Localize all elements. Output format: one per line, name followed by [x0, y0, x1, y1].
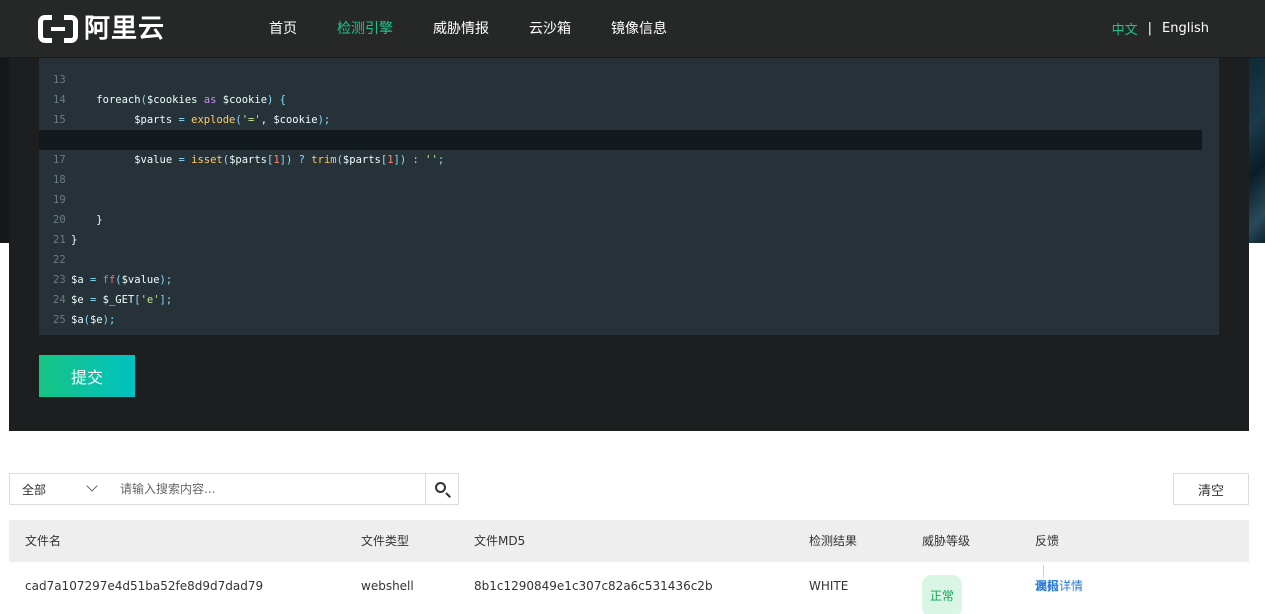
code-editor[interactable]: 13 foreach($cookies as $cookie) { 14 $pa…: [39, 58, 1219, 335]
category-select-value: 全部: [22, 482, 47, 497]
top-header: 阿里云 首页 检测引擎 威胁情报 云沙箱 镜像信息 中文 | English: [0, 0, 1265, 58]
nav-item-threat-intel[interactable]: 威胁情报: [433, 18, 489, 38]
code-line: 20 }: [39, 190, 1219, 246]
aliyun-logo-icon: [38, 15, 78, 43]
header-filetype: 文件类型: [361, 534, 410, 548]
search-button[interactable]: [425, 473, 459, 505]
code-line-active: 17: [39, 130, 1202, 166]
header-threat-level: 威胁等级: [922, 534, 971, 548]
submit-button[interactable]: 提交: [39, 355, 135, 397]
code-line: 13 foreach($cookies as $cookie) {: [39, 58, 1219, 106]
nav-item-sandbox[interactable]: 云沙箱: [529, 18, 571, 38]
code-line: 25: [39, 290, 1219, 326]
lang-chinese[interactable]: 中文: [1112, 19, 1138, 38]
clear-button[interactable]: 清空: [1173, 473, 1249, 505]
header-filename: 文件名: [25, 534, 62, 548]
chevron-down-icon: [86, 480, 98, 492]
threat-level-badge: 正常: [922, 575, 963, 614]
code-line: 15 $key = trim($parts[0]);: [39, 90, 1219, 146]
nav-item-image-info[interactable]: 镜像信息: [611, 18, 667, 38]
code-line: 24 $a($e);: [39, 270, 1219, 326]
header-result: 检测结果: [809, 534, 858, 548]
code-line: 16 $value = isset($parts[1]) ? trim($par…: [39, 110, 1219, 166]
hero-side-left: [0, 58, 9, 243]
code-line: 18: [39, 150, 1219, 186]
line-number: 26: [53, 330, 66, 335]
table-header: 文件名 文件类型 文件MD5 检测结果 威胁等级 反馈: [9, 520, 1249, 562]
table-row: cad7a107297e4d51ba52fe8d9d7dad79 webshel…: [9, 565, 1249, 614]
header-feedback: 反馈: [1035, 534, 1060, 548]
lang-english[interactable]: English: [1162, 21, 1209, 36]
cell-md5: 8b1c1290849e1c307c82a6c531436c2b: [474, 579, 713, 593]
nav-item-detection-engine[interactable]: 检测引擎: [337, 18, 393, 38]
code-line: 22 $a = ff($value);: [39, 230, 1219, 286]
hero-side-image: [1249, 58, 1265, 243]
code-line: 19 }: [39, 170, 1219, 226]
code-line: 21: [39, 210, 1219, 246]
code-line: 26 ?>: [39, 310, 1219, 335]
nav-item-home[interactable]: 首页: [269, 18, 297, 38]
header-md5: 文件MD5: [474, 534, 526, 548]
cell-filename: cad7a107297e4d51ba52fe8d9d7dad79: [25, 579, 264, 593]
code-line: 23 $e = $_GET['e'];: [39, 250, 1219, 306]
code-details-link[interactable]: 代码详情: [1035, 565, 1083, 607]
language-switch: 中文 | English: [1112, 0, 1209, 56]
code-line: 14 $parts = explode('=', $cookie);: [39, 70, 1219, 126]
main-nav: 首页 检测引擎 威胁情报 云沙箱 镜像信息: [269, 0, 707, 56]
cell-filetype: webshell: [361, 579, 414, 593]
lang-separator: |: [1147, 20, 1153, 36]
logo-text: 阿里云: [84, 14, 166, 44]
category-select[interactable]: 全部: [9, 473, 109, 505]
search-input[interactable]: [108, 473, 426, 505]
cell-result: WHITE: [809, 579, 849, 593]
aliyun-logo[interactable]: 阿里云: [38, 13, 165, 45]
